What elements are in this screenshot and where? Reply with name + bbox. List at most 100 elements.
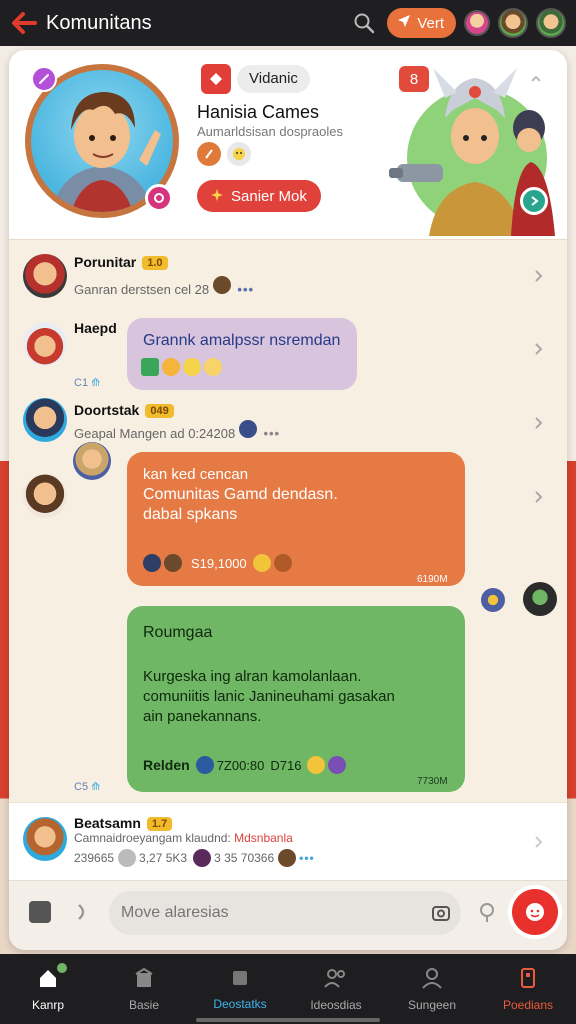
message-stats: Relden 7Z00:80 D716 xyxy=(143,756,349,774)
smile-badge-icon xyxy=(227,142,251,166)
coin-icon xyxy=(118,849,137,867)
message-text: Grannk amalpssr nsremdan xyxy=(143,332,341,349)
avatar xyxy=(23,474,67,518)
attach-icon[interactable] xyxy=(71,901,93,923)
flame-badge-icon xyxy=(197,142,221,166)
message-stats: S19,1000 xyxy=(143,554,295,572)
group-subtitle: Aumarldsisan dospraoles xyxy=(197,124,343,139)
camera-icon[interactable] xyxy=(431,903,451,923)
avatar xyxy=(523,582,557,616)
sticker-icon[interactable] xyxy=(29,901,51,923)
notification-count-badge[interactable]: 8 xyxy=(399,66,429,92)
trophy-icon xyxy=(252,554,271,572)
nav-label: Basie xyxy=(128,997,160,1012)
more-dots-icon: ••• xyxy=(263,426,281,441)
chevron-right-icon xyxy=(531,490,545,504)
player-icon xyxy=(195,756,214,774)
message-line: Comunitas Gamd dendasn. xyxy=(143,486,338,503)
join-button-label: Sanier Mok xyxy=(231,187,307,205)
app-title: Komunitans xyxy=(46,11,152,34)
home-icon xyxy=(37,962,67,992)
nav-label: Ideosdias xyxy=(310,997,362,1012)
people-icon xyxy=(324,967,348,992)
avatar xyxy=(23,398,67,442)
player-icon xyxy=(164,554,182,572)
chevron-right-icon xyxy=(531,269,545,283)
message-time: 7730M xyxy=(417,776,448,787)
message-time: C5 ⟰ xyxy=(74,781,101,793)
nav-item-deostatks[interactable]: Deostatks xyxy=(192,954,288,1024)
phone-icon xyxy=(519,967,537,992)
location-arrow-icon xyxy=(397,14,411,32)
join-button[interactable]: Sanier Mok xyxy=(197,180,321,212)
message-time: C1 ⟰ xyxy=(74,377,101,389)
home-indicator xyxy=(196,1018,380,1022)
chevron-right-icon xyxy=(531,342,545,356)
search-icon[interactable] xyxy=(351,10,377,36)
camera-icon[interactable] xyxy=(145,184,173,212)
message-line: comuniitis lanic Janineuhami gasakan xyxy=(143,688,395,705)
chevron-right-icon xyxy=(531,835,545,849)
back-arrow-icon[interactable] xyxy=(10,9,38,37)
wink-reaction-icon xyxy=(204,358,222,376)
vert-button[interactable]: Vert xyxy=(387,8,456,38)
nav-item-sungeen[interactable]: Sungeen xyxy=(384,954,480,1024)
send-button[interactable] xyxy=(512,889,558,935)
building-icon xyxy=(134,967,154,992)
avatar xyxy=(481,588,505,612)
chat-bubble[interactable]: kan ked cencan Comunitas Gamd dendasn. d… xyxy=(127,452,465,586)
edit-icon[interactable] xyxy=(31,66,57,92)
row-subtitle: Geapal Mangen ad 0:24208 ••• xyxy=(74,420,280,441)
avatar xyxy=(23,322,67,366)
level-badge: 1.0 xyxy=(142,256,168,271)
chevron-right-icon xyxy=(531,416,545,430)
chat-bubble[interactable]: Grannk amalpssr nsremdan xyxy=(127,318,357,390)
row-name: Doortstak 049 xyxy=(74,402,174,419)
row-name: Porunitar 1.0 xyxy=(74,254,168,271)
read-check-icon: ⟰ xyxy=(91,781,101,793)
friend-avatar-1[interactable] xyxy=(464,10,490,36)
group-badges xyxy=(197,142,251,166)
avatar-icon xyxy=(238,420,257,438)
avatar xyxy=(73,442,111,480)
trophy-icon xyxy=(307,756,326,774)
row-subtitle: Camnaidroeyangam klaudnd: Mdsnbanla xyxy=(74,831,293,845)
level-badge: 1.7 xyxy=(146,817,173,832)
message-line: Kurgeska ing alran kamolanlaan. xyxy=(143,668,362,685)
reaction-icons xyxy=(141,358,225,376)
menu-caret-icon[interactable] xyxy=(529,72,543,86)
nav-item-home[interactable]: Kanrp xyxy=(0,954,96,1024)
smile-reaction-icon xyxy=(162,358,180,376)
avatar xyxy=(23,817,67,861)
level-badge: 049 xyxy=(145,404,174,419)
nav-item-ideosdias[interactable]: Ideosdias xyxy=(288,954,384,1024)
row-subtitle: Ganran derstsen cel 28 ••• xyxy=(74,276,254,297)
nav-item-basie[interactable]: Basie xyxy=(96,954,192,1024)
friend-avatar-3[interactable] xyxy=(536,8,566,38)
list-item[interactable]: Beatsamn 1.7 Camnaidroeyangam klaudnd: Md… xyxy=(9,802,567,880)
player-icon xyxy=(328,756,347,774)
player-icon xyxy=(273,554,292,572)
message-input-field[interactable] xyxy=(121,904,401,922)
chat-bubble[interactable]: Roumgaa Kurgeska ing alran kamolanlaan. … xyxy=(127,606,465,792)
mic-icon[interactable] xyxy=(477,901,497,923)
group-tag[interactable]: Vidanic xyxy=(237,65,310,93)
group-name: Hanisia Cames xyxy=(197,102,320,122)
nav-item-poedians[interactable]: Poedians xyxy=(480,954,576,1024)
laugh-reaction-icon xyxy=(183,358,201,376)
row-stats: 239665 3,27 5K3 3 35 70366 ••• xyxy=(74,849,315,867)
nav-label: Kanrp xyxy=(31,997,65,1012)
message-input[interactable] xyxy=(109,891,461,935)
friend-avatar-2[interactable] xyxy=(498,8,528,38)
message-line: kan ked cencan xyxy=(143,466,249,483)
square-reaction-icon xyxy=(141,358,159,376)
vert-button-label: Vert xyxy=(417,14,444,32)
share-icon[interactable] xyxy=(520,187,548,215)
list-item[interactable]: Porunitar 1.0 Ganran derstsen cel 28 ••• xyxy=(9,246,567,306)
read-check-icon: ⟰ xyxy=(91,377,101,389)
player-icon xyxy=(143,554,161,572)
square-icon xyxy=(230,968,250,991)
message-time: 6190M xyxy=(417,574,448,585)
community-card: Vidanic Hanisia Cames Aumarldsisan dospr… xyxy=(9,50,567,950)
diamond-tag-icon xyxy=(201,64,231,94)
